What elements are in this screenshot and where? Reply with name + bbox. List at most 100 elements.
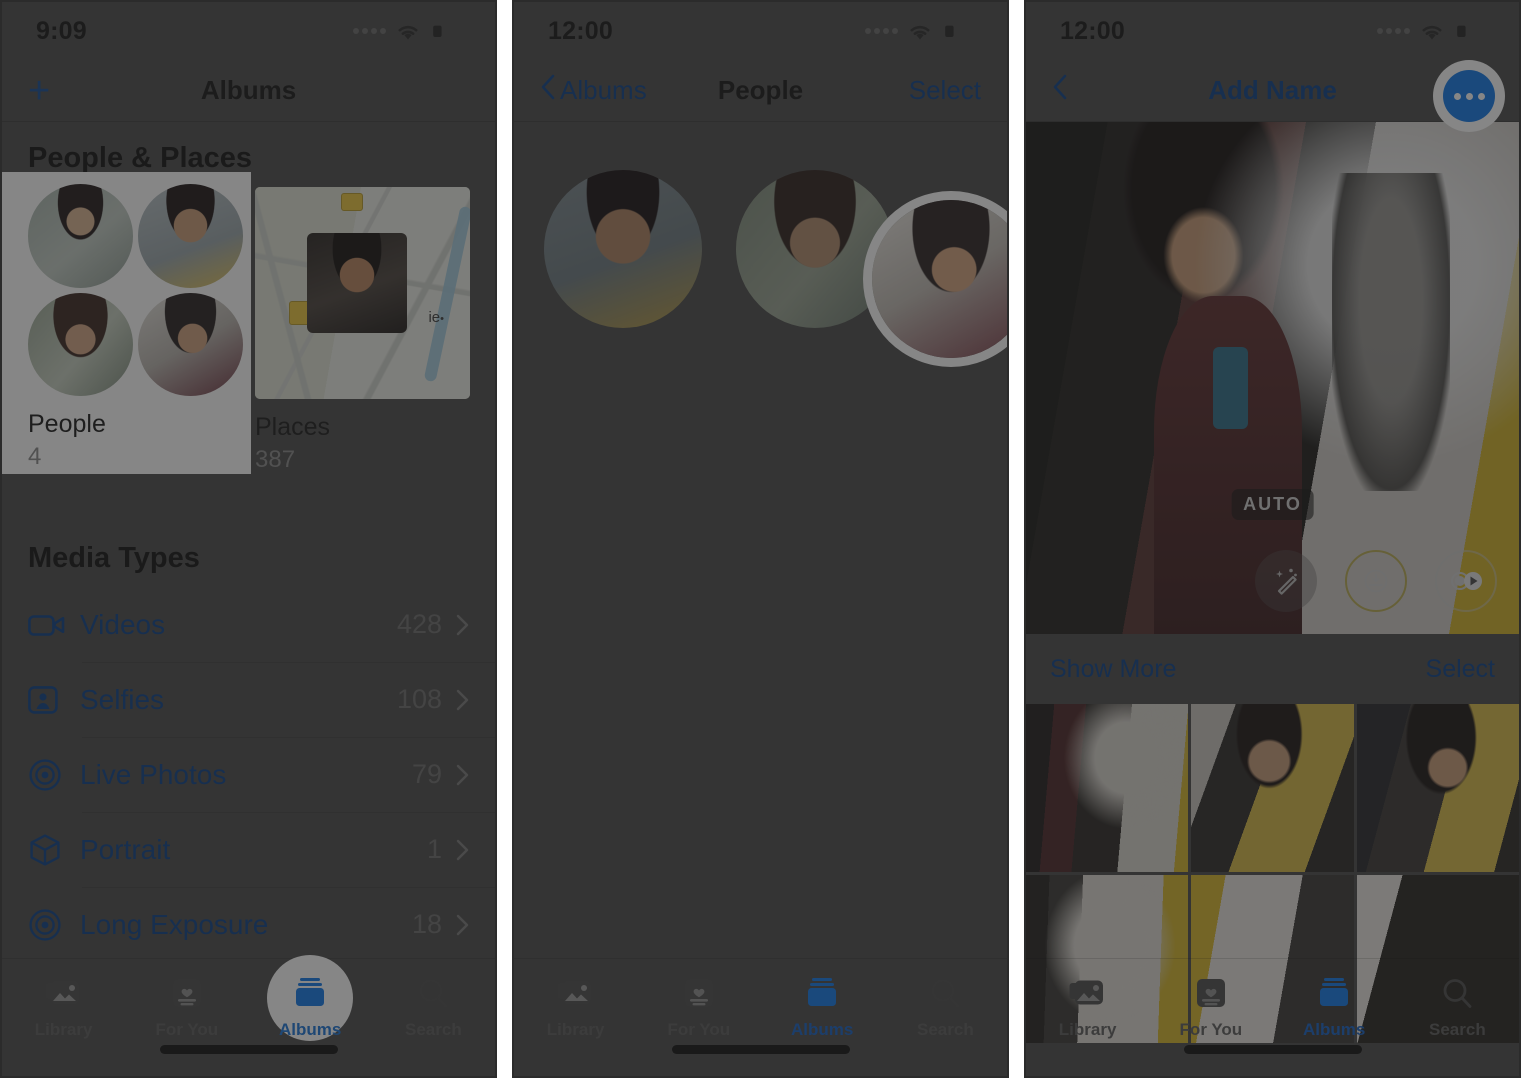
select-button[interactable]: Select <box>1426 655 1495 684</box>
library-icon <box>1068 973 1108 1013</box>
tab-library[interactable]: Library <box>1026 973 1149 1040</box>
add-album-button[interactable]: + <box>28 72 138 110</box>
hero-photo[interactable]: AUTO <box>1026 122 1519 634</box>
person-face-2 <box>736 170 894 328</box>
list-item-portrait-count: 1 <box>426 834 442 864</box>
person-face-1-wrap[interactable] <box>544 170 702 328</box>
phone-panel-add-name: 12:00 Add Name AUTO Show More Select Lib… <box>1024 0 1521 1078</box>
list-item-live-photos[interactable]: Live Photos 79 <box>2 737 495 812</box>
nav-bar: + Albums <box>2 60 495 122</box>
section-divider <box>2 474 495 522</box>
add-name-button[interactable]: Add Name <box>1162 75 1383 106</box>
photo-thumb-2[interactable] <box>1191 704 1354 872</box>
tab-library[interactable]: Library <box>514 973 637 1040</box>
hero-controls <box>1255 550 1497 612</box>
tab-albums[interactable]: Albums <box>1273 973 1396 1040</box>
auto-badge: AUTO <box>1231 489 1314 520</box>
person-face-1 <box>544 170 702 328</box>
tab-for-you[interactable]: For You <box>1149 973 1272 1040</box>
status-bar: 9:09 <box>2 2 495 60</box>
tab-library[interactable]: Library <box>2 973 125 1040</box>
adjust-exposure-icon[interactable] <box>1345 550 1407 612</box>
list-item-videos[interactable]: Videos 428 <box>2 587 495 662</box>
section-media-types-heading: Media Types <box>28 542 200 574</box>
status-indicators <box>865 21 979 41</box>
map-thumbnail: ie• <box>255 187 470 399</box>
list-item-long-exposure[interactable]: Long Exposure 18 <box>2 887 495 962</box>
library-icon <box>556 973 596 1013</box>
show-more-button[interactable]: Show More <box>1050 655 1176 684</box>
tab-search[interactable]: Search <box>1396 973 1519 1040</box>
search-icon <box>1441 973 1473 1013</box>
face-thumb-2 <box>138 184 243 288</box>
tab-library-label: Library <box>1058 1020 1117 1039</box>
media-types-list: Videos 428 Selfies 108 Live Photos 79 Po… <box>2 587 495 962</box>
tab-library-label: Library <box>546 1020 605 1039</box>
albums-icon <box>1317 973 1351 1013</box>
tab-for-you[interactable]: For You <box>125 973 248 1040</box>
list-item-selfies[interactable]: Selfies 108 <box>2 662 495 737</box>
long-exposure-icon <box>28 908 80 942</box>
tab-albums[interactable]: Albums <box>761 973 884 1040</box>
photo-thumb-1[interactable] <box>1026 704 1189 872</box>
list-item-long-exposure-label: Long Exposure <box>80 908 269 940</box>
status-time: 12:00 <box>548 16 613 45</box>
for-you-icon <box>683 973 715 1013</box>
portrait-cube-icon <box>28 833 80 867</box>
people-card-highlight[interactable]: People 4 <box>2 172 251 474</box>
tab-search[interactable]: Search <box>884 973 1007 1040</box>
tab-search-label: Search <box>405 1020 462 1039</box>
chevron-right-icon <box>456 914 469 936</box>
back-button[interactable] <box>1052 73 1162 108</box>
people-faces-grid-highlight <box>28 184 243 396</box>
chevron-right-icon <box>456 764 469 786</box>
face-thumb-3 <box>28 292 133 396</box>
card-places[interactable]: ie• Places 387 <box>255 187 470 474</box>
selfie-icon <box>28 685 80 715</box>
photo-thumb-3[interactable] <box>1356 704 1519 872</box>
battery-low-icon <box>430 21 467 41</box>
more-options-highlight[interactable] <box>1433 60 1505 132</box>
tab-for-you-label: For You <box>155 1020 219 1039</box>
auto-enhance-wand-icon[interactable] <box>1255 550 1317 612</box>
home-indicator <box>159 1045 338 1054</box>
tab-albums[interactable]: Albums <box>249 955 372 1041</box>
wifi-icon <box>1419 22 1445 41</box>
person-face-3-wrap[interactable] <box>872 200 1007 358</box>
tab-search-label: Search <box>1429 1020 1486 1039</box>
for-you-icon <box>1195 973 1227 1013</box>
battery-low-icon <box>942 21 979 41</box>
phone-panel-people: 12:00 Albums People Select Library For Y… <box>512 0 1009 1078</box>
map-photo-overlay <box>307 233 407 333</box>
back-to-albums-button[interactable]: Albums <box>540 73 650 108</box>
status-bar: 12:00 <box>514 2 1007 60</box>
face-thumb-4 <box>138 292 243 396</box>
list-item-selfies-count: 108 <box>396 684 442 714</box>
person-face-2-wrap[interactable] <box>736 170 894 328</box>
card-places-label: Places <box>255 413 331 441</box>
more-ellipsis-icon <box>1443 70 1495 122</box>
status-indicators <box>353 21 467 41</box>
select-button[interactable]: Select <box>871 75 981 106</box>
search-icon <box>417 973 449 1013</box>
albums-icon <box>293 973 327 1013</box>
tab-albums-label: Albums <box>790 1020 854 1039</box>
list-item-portrait[interactable]: Portrait 1 <box>2 812 495 887</box>
live-photo-play-icon[interactable] <box>1435 550 1497 612</box>
card-places-count: 387 <box>255 446 296 473</box>
tab-for-you[interactable]: For You <box>637 973 760 1040</box>
chevron-left-icon <box>1052 73 1068 108</box>
phone-panel-albums: 9:09 + Albums People & Places ie• Places… <box>0 0 497 1078</box>
tab-search[interactable]: Search <box>372 973 495 1040</box>
signal-dots-icon <box>865 28 898 34</box>
tab-for-you-label: For You <box>667 1020 731 1039</box>
list-item-selfies-label: Selfies <box>80 683 165 715</box>
home-indicator <box>671 1045 850 1054</box>
list-item-long-exposure-count: 18 <box>411 909 442 939</box>
chevron-right-icon <box>456 689 469 711</box>
wifi-icon <box>395 22 421 41</box>
card-people-label-highlight: People <box>28 410 106 438</box>
status-bar: 12:00 <box>1026 2 1519 60</box>
tab-bar: Library For You Albums Search <box>1026 958 1519 1076</box>
person-face-3 <box>872 200 1007 358</box>
